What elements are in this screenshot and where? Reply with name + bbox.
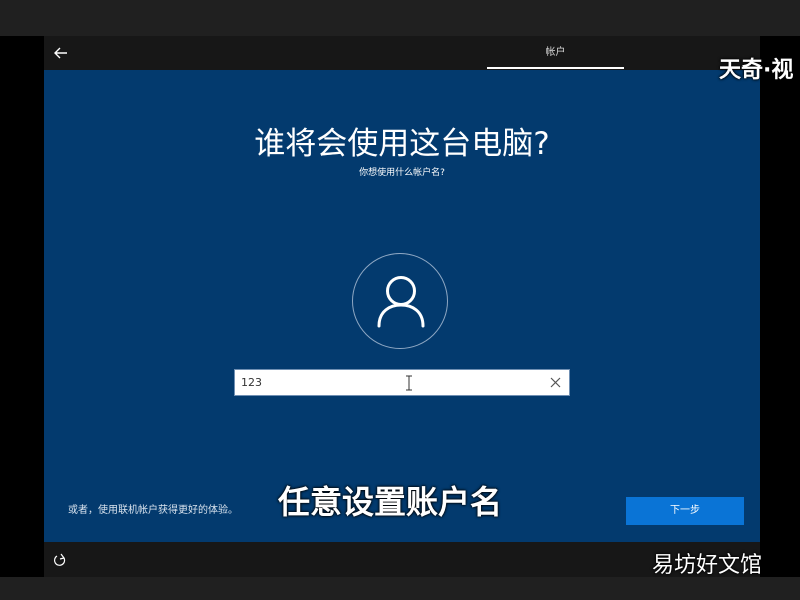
text-cursor-icon bbox=[406, 375, 412, 391]
online-account-link[interactable]: 或者，使用联机帐户获得更好的体验。 bbox=[68, 504, 238, 518]
username-field bbox=[234, 369, 570, 396]
page-subtitle: 你想使用什么帐户名? bbox=[359, 168, 445, 178]
accessibility-button[interactable] bbox=[52, 552, 68, 568]
watermark-bottom: 易坊好文馆 bbox=[652, 553, 763, 578]
tab-indicator bbox=[487, 67, 624, 69]
next-button[interactable]: 下一步 bbox=[626, 497, 744, 525]
tab-account[interactable]: 帐户 bbox=[487, 36, 624, 70]
accessibility-icon bbox=[53, 553, 66, 566]
user-icon bbox=[377, 276, 425, 328]
top-bar: 帐户 bbox=[44, 36, 760, 70]
setup-screen: 帐户 谁将会使用这台电脑? 你想使用什么帐户名? 或者，使用联机帐户获得更好的体… bbox=[44, 36, 760, 577]
video-letterbox-top bbox=[0, 0, 800, 36]
video-caption: 任意设置账户名 bbox=[278, 483, 503, 521]
watermark-top: 天奇·视 bbox=[719, 58, 794, 83]
back-arrow-icon bbox=[54, 47, 67, 59]
video-letterbox-right bbox=[760, 36, 800, 577]
username-input[interactable] bbox=[241, 370, 541, 395]
video-letterbox-left bbox=[0, 36, 44, 577]
close-icon[interactable] bbox=[548, 375, 563, 390]
page-title: 谁将会使用这台电脑? bbox=[254, 126, 550, 162]
avatar bbox=[352, 253, 448, 349]
back-button[interactable] bbox=[50, 42, 72, 64]
